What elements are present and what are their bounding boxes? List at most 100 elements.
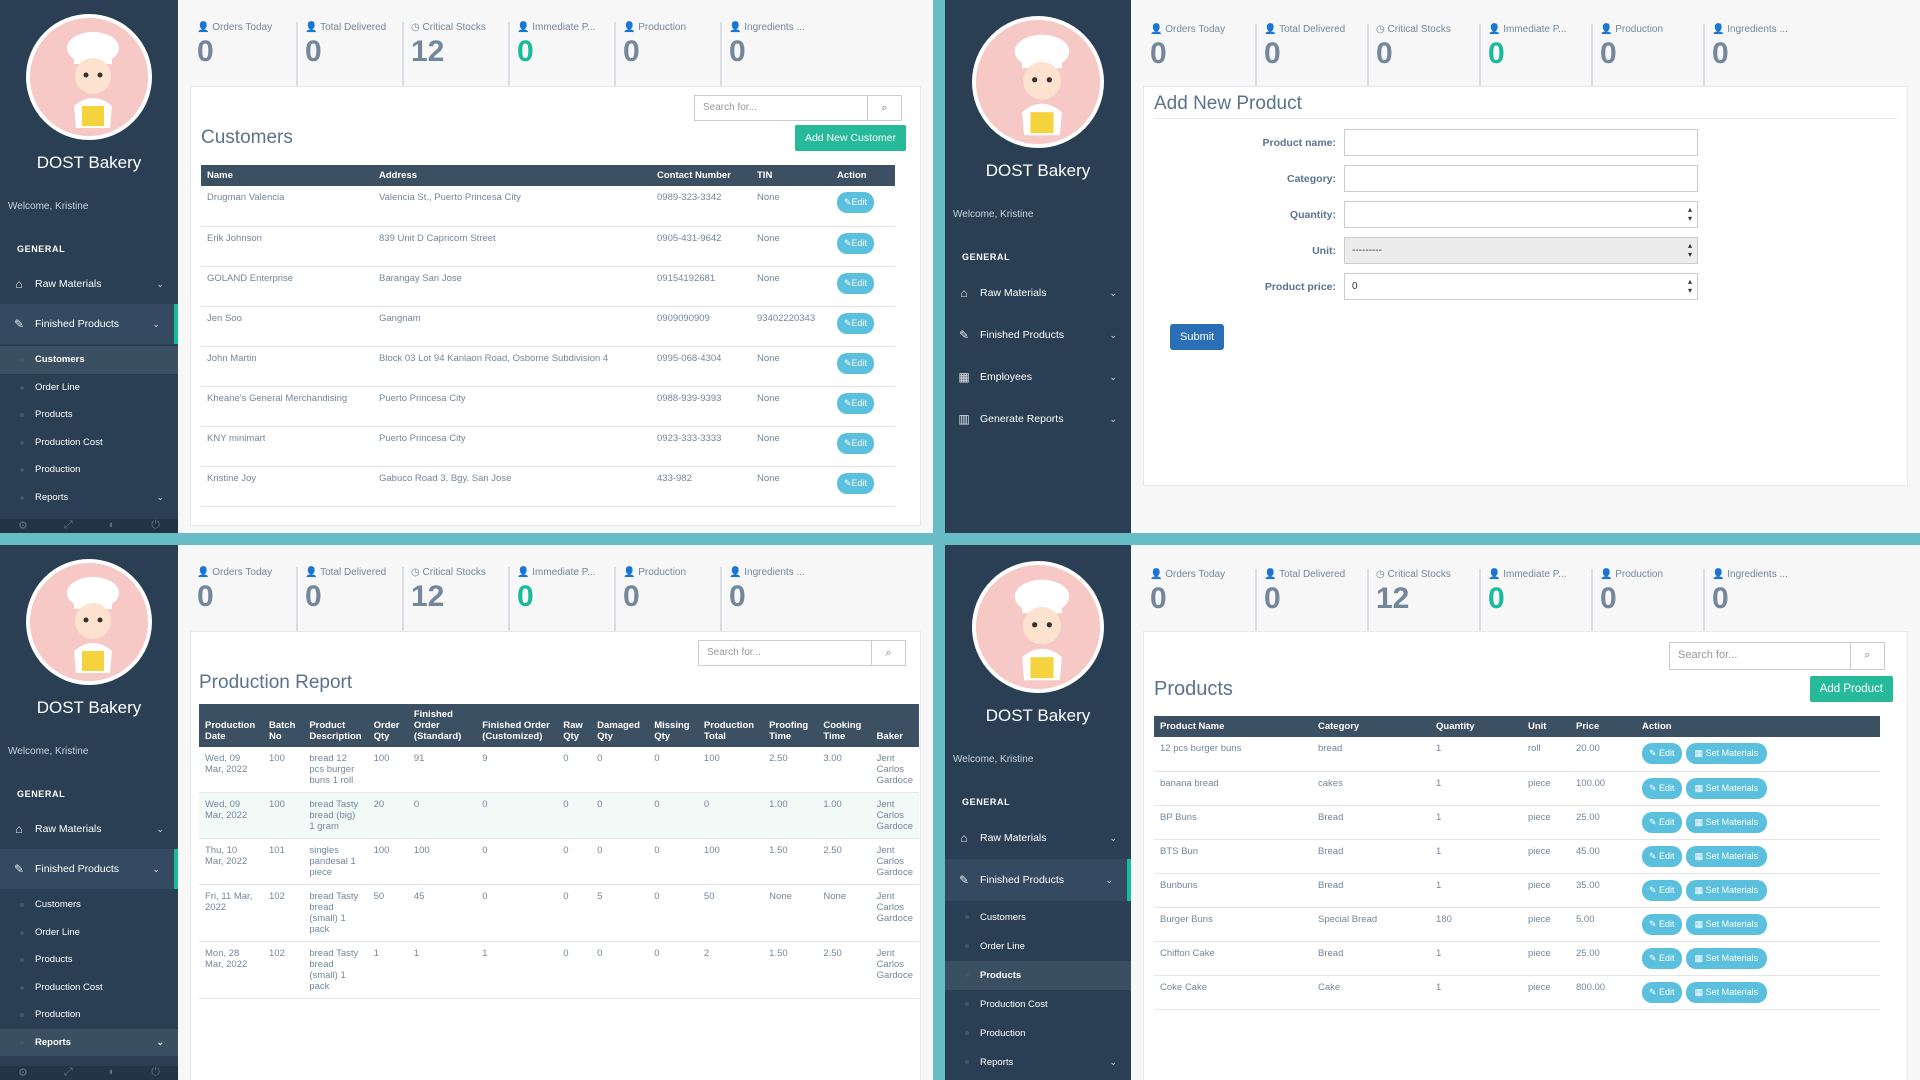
- edit-button[interactable]: ✎Edit: [837, 192, 875, 213]
- sub-item-customers[interactable]: Customers: [945, 903, 1131, 932]
- nav-raw-materials[interactable]: ⌂ Raw Materials ⌄: [0, 264, 178, 304]
- table-row: Wed, 09 Mar, 2022 100 bread Tasty bread (b…: [199, 792, 919, 839]
- stat-tile-total-delivered: 👤 Total Delivered 0: [1255, 569, 1367, 631]
- sub-item-customers[interactable]: Customers: [0, 891, 178, 919]
- edit-button[interactable]: ✎Edit: [837, 272, 875, 294]
- fullscreen-icon[interactable]: ⤢: [64, 1066, 73, 1080]
- table-cell: 1: [1430, 941, 1522, 976]
- edit-button[interactable]: ✎ Edit: [1642, 913, 1682, 935]
- search-icon[interactable]: ⌕: [1850, 643, 1884, 669]
- table-cell: 180: [1430, 907, 1522, 942]
- submit-button[interactable]: Submit: [1170, 324, 1225, 350]
- power-icon[interactable]: ⏻: [151, 1066, 160, 1080]
- sub-item-products[interactable]: Products: [0, 401, 178, 429]
- edit-button[interactable]: ✎Edit: [837, 472, 875, 494]
- edit-button[interactable]: ✎ Edit: [1642, 981, 1682, 1003]
- nav-raw-materials[interactable]: ⌂ Raw Materials ⌄: [945, 817, 1131, 859]
- edit-button[interactable]: ✎Edit: [837, 312, 875, 334]
- lock-icon[interactable]: ◐: [109, 1066, 116, 1080]
- sub-item-production-cost[interactable]: Production Cost: [945, 990, 1131, 1019]
- set-materials-button[interactable]: ▦ Set Materials: [1685, 879, 1768, 901]
- table-row: Mon, 28 Mar, 2022 102 bread Tasty bread (s…: [199, 941, 919, 999]
- quantity-stepper[interactable]: ▴ ▾: [1344, 201, 1698, 228]
- brand: DOST Bakery: [945, 545, 1131, 726]
- set-materials-button[interactable]: ▦ Set Materials: [1685, 811, 1768, 833]
- col-header: Quantity: [1430, 716, 1522, 737]
- nav-generate-reports[interactable]: ▥ Generate Reports ⌄: [945, 398, 1131, 440]
- table-cell: 0988-939-9393: [651, 386, 751, 427]
- chevron-down-icon: ⌄: [1109, 832, 1117, 843]
- fullscreen-icon[interactable]: ⤢: [64, 519, 73, 533]
- stat-tile-total-delivered: 👤 Total Delivered 0: [1255, 24, 1367, 86]
- search-icon[interactable]: ⌕: [867, 96, 901, 120]
- sub-item-order-line[interactable]: Order Line: [0, 919, 178, 947]
- col-header: Contact Number: [651, 165, 751, 186]
- brand-name: DOST Bakery: [985, 706, 1091, 725]
- sub-item-products[interactable]: Products: [945, 961, 1131, 990]
- stat-tile-immediate: 👤 Immediate P... 0: [508, 567, 614, 631]
- settings-icon[interactable]: ⚙: [18, 519, 28, 533]
- search-icon[interactable]: ⌕: [871, 641, 905, 665]
- table-cell: Bread: [1312, 941, 1430, 976]
- sub-item-reports[interactable]: Reports ⌄: [0, 1028, 178, 1056]
- nav-raw-materials[interactable]: ⌂ Raw Materials ⌄: [945, 272, 1131, 314]
- set-materials-button[interactable]: ▦ Set Materials: [1685, 777, 1768, 799]
- chevron-down-icon: ⌄: [1109, 371, 1117, 382]
- edit-button[interactable]: ✎Edit: [837, 392, 875, 414]
- col-header: Production Total: [697, 704, 764, 747]
- set-materials-button[interactable]: ▦ Set Materials: [1685, 845, 1768, 867]
- set-materials-button[interactable]: ▦ Set Materials: [1685, 947, 1768, 969]
- stepper-arrows-icon[interactable]: ▴ ▾: [1688, 205, 1692, 223]
- sub-item-customers[interactable]: Customers: [0, 346, 178, 374]
- table-cell: cakes: [1312, 771, 1430, 806]
- sub-item-order-line[interactable]: Order Line: [945, 932, 1131, 961]
- edit-button[interactable]: ✎Edit: [837, 352, 875, 374]
- power-icon[interactable]: ⏻: [151, 519, 160, 533]
- sub-item-order-line[interactable]: Order Line: [0, 374, 178, 402]
- sub-item-production[interactable]: Production: [0, 456, 178, 484]
- add-product-button[interactable]: Add Product: [1809, 676, 1893, 702]
- nav-employees[interactable]: ▦ Employees ⌄: [945, 356, 1131, 398]
- set-materials-button[interactable]: ▦ Set Materials: [1685, 743, 1768, 764]
- price-stepper[interactable]: 0 ▴ ▾: [1344, 273, 1698, 300]
- sub-item-production-cost[interactable]: Production Cost: [0, 429, 178, 457]
- stepper-arrows-icon[interactable]: ▴ ▾: [1688, 277, 1692, 295]
- nav-raw-materials[interactable]: ⌂ Raw Materials ⌄: [0, 809, 178, 849]
- lock-icon[interactable]: ◐: [109, 519, 116, 533]
- sidebar-footer: ⚙ ⤢ ◐ ⏻: [0, 519, 178, 533]
- edit-button[interactable]: ✎ Edit: [1642, 743, 1682, 764]
- sub-item-reports[interactable]: Reports ⌄: [0, 484, 178, 512]
- table-cell: Bread: [1312, 805, 1430, 840]
- settings-icon[interactable]: ⚙: [18, 1066, 28, 1080]
- edit-button[interactable]: ✎Edit: [837, 432, 875, 454]
- nav-finished-products[interactable]: ✎ Finished Products ⌄: [945, 314, 1131, 356]
- search-input[interactable]: Search for...: [1670, 643, 1850, 669]
- edit-button[interactable]: ✎Edit: [837, 232, 875, 254]
- nav-finished-products[interactable]: ✎ Finished Products ⌄: [0, 849, 178, 889]
- sub-item-production[interactable]: Production: [0, 1001, 178, 1029]
- sub-item-production-cost[interactable]: Production Cost: [0, 974, 178, 1002]
- product-name-field[interactable]: [1344, 129, 1698, 156]
- sub-item-reports[interactable]: Reports ⌄: [945, 1048, 1131, 1077]
- add-customer-button[interactable]: Add New Customer: [794, 125, 906, 151]
- set-materials-button[interactable]: ▦ Set Materials: [1685, 981, 1768, 1003]
- unit-select[interactable]: --------- ▴ ▾: [1344, 237, 1698, 264]
- search-input[interactable]: Search for...: [695, 96, 867, 120]
- home-icon: ⌂: [960, 831, 968, 845]
- page-title: Products: [1154, 677, 1233, 700]
- edit-button[interactable]: ✎ Edit: [1642, 845, 1682, 867]
- edit-button[interactable]: ✎ Edit: [1642, 777, 1682, 799]
- stat-value: 0: [1264, 582, 1281, 615]
- search-input[interactable]: Search for...: [699, 641, 871, 665]
- sub-item-production[interactable]: Production: [945, 1019, 1131, 1048]
- table-cell: singles pandesal 1 piece: [303, 838, 368, 885]
- table-cell: 100: [263, 792, 304, 839]
- edit-button[interactable]: ✎ Edit: [1642, 947, 1682, 969]
- edit-button[interactable]: ✎ Edit: [1642, 879, 1682, 901]
- sub-item-products[interactable]: Products: [0, 946, 178, 974]
- set-materials-button[interactable]: ▦ Set Materials: [1685, 913, 1768, 935]
- category-field[interactable]: [1344, 165, 1698, 192]
- nav-finished-products[interactable]: ✎ Finished Products ⌄: [0, 304, 178, 344]
- edit-button[interactable]: ✎ Edit: [1642, 811, 1682, 833]
- nav-finished-products[interactable]: ✎ Finished Products ⌄: [945, 859, 1131, 901]
